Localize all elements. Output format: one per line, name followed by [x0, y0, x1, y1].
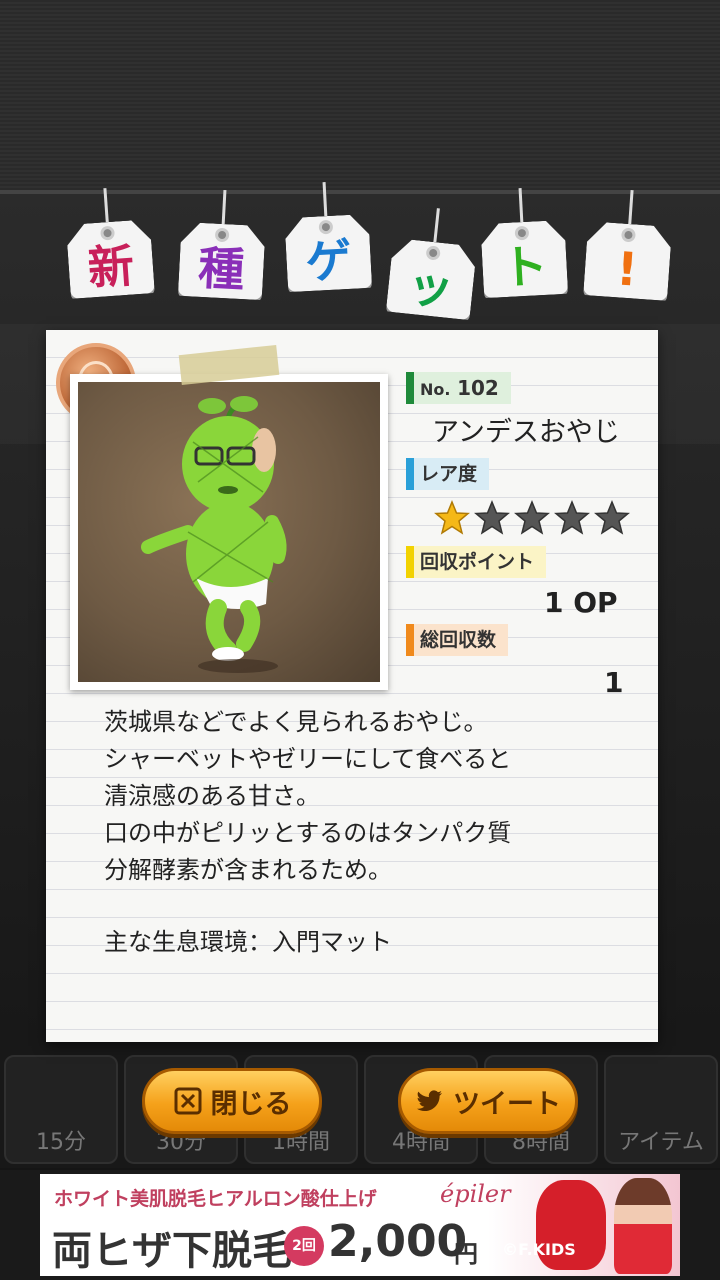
creature-habitat: 主な生息環境：入門マット: [104, 928, 392, 956]
slot-label: 15分: [36, 1130, 86, 1155]
header-tag: 種: [178, 189, 266, 300]
rarity-stars: [434, 500, 634, 536]
twitter-bird-icon: [417, 1090, 442, 1112]
points-label: 回収ポイント: [406, 546, 547, 578]
close-icon: [174, 1087, 201, 1115]
close-button-label: 閉じる: [210, 1088, 292, 1120]
creature-name: アンデスおやじ: [432, 417, 620, 448]
ad-main-text: 両ヒザ下脱毛: [52, 1228, 292, 1274]
ad-badge: 2回: [284, 1226, 324, 1266]
ad-top-text: ホワイト美肌脱毛ヒアルロン酸仕上げ: [54, 1188, 377, 1210]
star-filled-icon: [434, 500, 470, 535]
points-value: 1 OP: [544, 586, 618, 619]
header-tag-char: !: [614, 241, 640, 297]
star-empty-icon: [514, 500, 550, 535]
header-tag: ト: [480, 188, 568, 298]
header-tag-char: ッ: [404, 257, 457, 317]
header-tag: !: [583, 190, 673, 301]
ad-model-image: [614, 1178, 672, 1274]
creature-photo-frame: [70, 374, 388, 690]
ad-yen: 円: [454, 1240, 478, 1268]
star-empty-icon: [594, 500, 630, 535]
header-tag-char: 新: [86, 238, 136, 296]
ad-brand: épiler: [440, 1180, 511, 1208]
rarity-label-text: レア度: [420, 463, 478, 485]
slot-item[interactable]: アイテム: [604, 1055, 718, 1164]
number-label: No. 102: [406, 372, 511, 404]
points-label-text: 回収ポイント: [420, 551, 535, 573]
header-tag: ゲ: [284, 182, 372, 292]
tweet-button[interactable]: ツイート: [398, 1068, 578, 1134]
creature-description: 茨城県などでよく見られるおやじ。 シャーベットやゼリーにして食べると 清涼感のあ…: [104, 708, 512, 884]
total-value: 1: [604, 666, 624, 699]
ad-banner[interactable]: ホワイト美肌脱毛ヒアルロン酸仕上げ épiler 両ヒザ下脱毛 2回 2,000…: [40, 1174, 680, 1276]
ad-price: 2,000: [328, 1216, 468, 1267]
rarity-label: レア度: [406, 458, 490, 490]
close-button[interactable]: 閉じる: [142, 1068, 322, 1134]
header-tag: ッ: [386, 208, 478, 320]
creature-image: [78, 382, 380, 682]
top-dark-bar: [0, 0, 720, 194]
total-label: 総回収数: [406, 624, 509, 656]
header-tag-char: ト: [500, 238, 550, 296]
slot-label: アイテム: [618, 1130, 704, 1155]
header-tag-char: 種: [196, 240, 246, 298]
total-label-text: 総回収数: [420, 629, 497, 651]
slot-15min[interactable]: 15分: [4, 1055, 118, 1164]
star-empty-icon: [554, 500, 590, 535]
tweet-button-label: ツイート: [453, 1088, 561, 1120]
star-empty-icon: [474, 500, 510, 535]
header-tag: 新: [65, 188, 155, 299]
ad-credit: ©F.KIDS: [502, 1240, 576, 1259]
number-prefix: No.: [420, 380, 451, 399]
melon-man-icon: [141, 396, 287, 673]
header-tag-char: ゲ: [304, 232, 354, 290]
number-value: 102: [457, 376, 499, 400]
